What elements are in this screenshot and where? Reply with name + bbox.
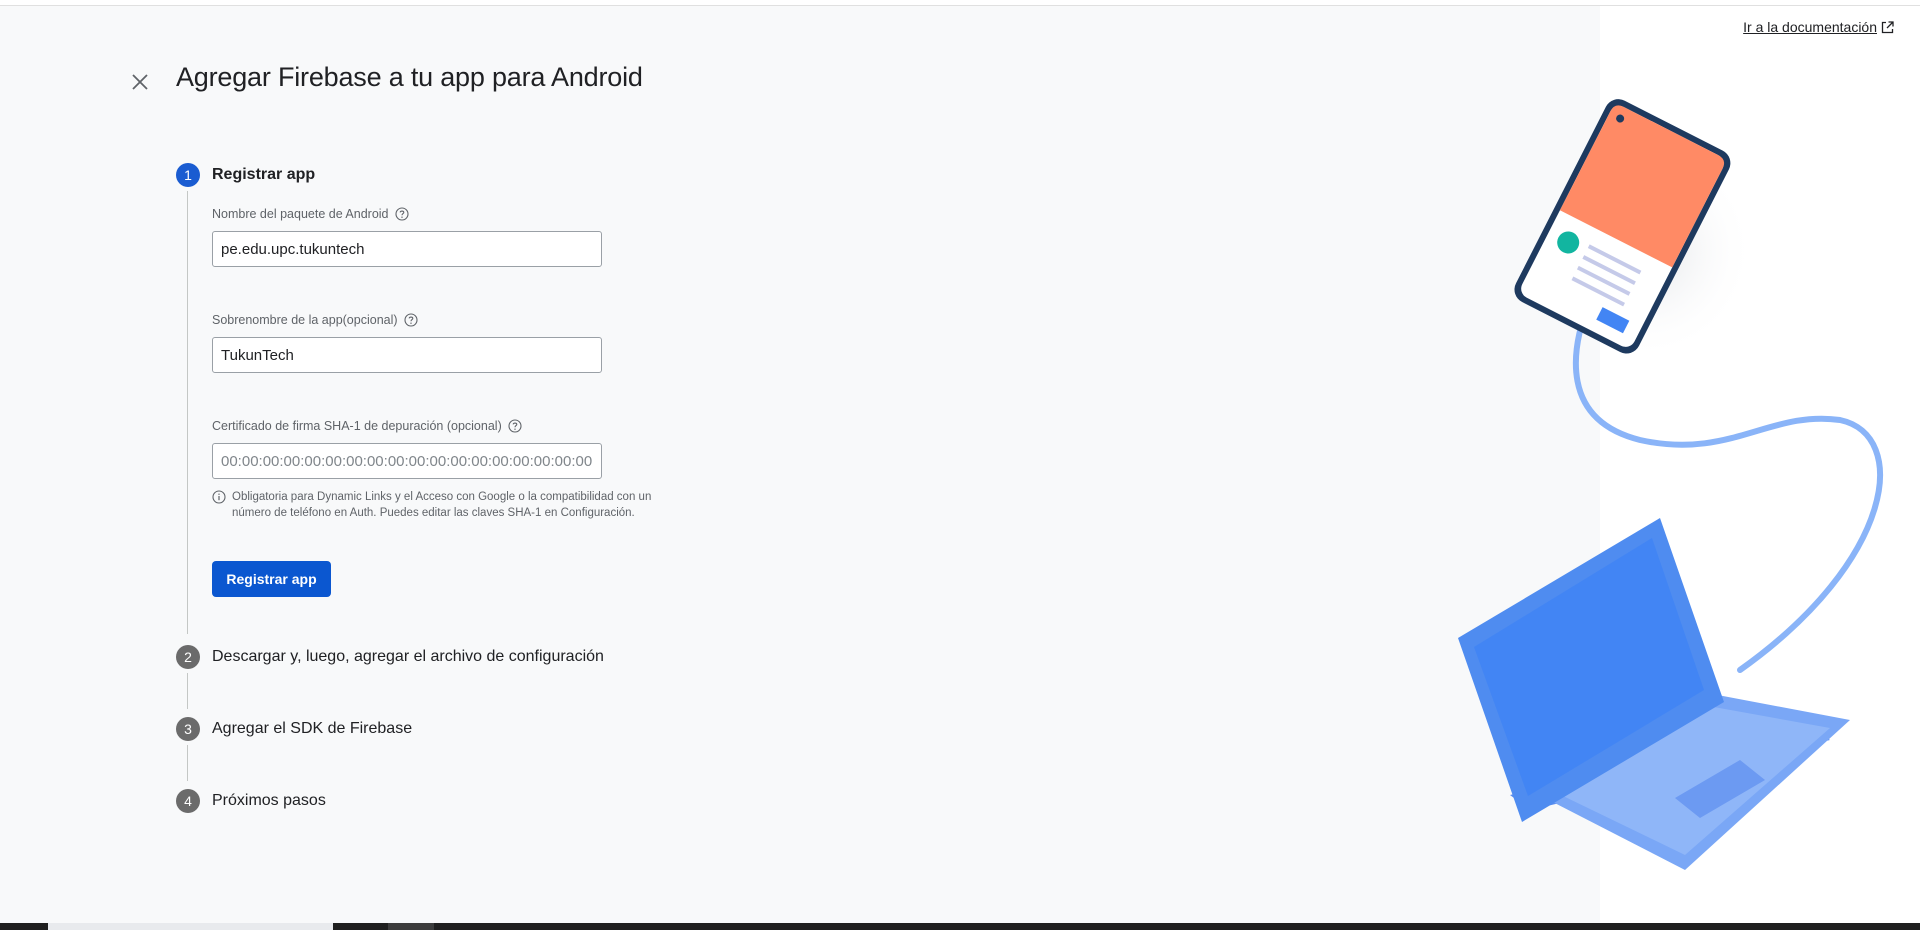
step-1-label: Registrar app (212, 166, 316, 183)
step-3-connector (187, 745, 188, 781)
nickname-input[interactable] (212, 337, 602, 373)
info-icon (212, 490, 226, 504)
page-title: Agregar Firebase a tu app para Android (176, 62, 643, 92)
step-4-number: 4 (176, 789, 200, 813)
step-2-number: 2 (176, 645, 200, 669)
sha1-input[interactable] (212, 443, 602, 479)
main-panel: Agregar Firebase a tu app para Android 1… (0, 6, 1600, 923)
close-icon[interactable] (131, 73, 149, 91)
taskbar-app-icon[interactable] (388, 923, 434, 930)
nickname-label: Sobrenombre de la app(opcional) (212, 313, 418, 327)
step-3-label[interactable]: Agregar el SDK de Firebase (212, 720, 412, 738)
taskbar (0, 923, 1920, 930)
phone-laptop-illustration (1458, 99, 1883, 870)
help-icon[interactable] (403, 313, 418, 327)
step-2-connector (187, 673, 188, 709)
register-app-button[interactable]: Registrar app (212, 561, 331, 597)
step-4-label[interactable]: Próximos pasos (212, 792, 326, 810)
package-name-input[interactable] (212, 231, 602, 267)
step-3-number: 3 (176, 717, 200, 741)
sha1-hint-text: Obligatoria para Dynamic Links y el Acce… (232, 491, 652, 519)
package-name-label: Nombre del paquete de Android (212, 207, 409, 221)
sha1-label: Certificado de firma SHA-1 de depuración… (212, 419, 522, 433)
close-button[interactable] (124, 66, 156, 98)
help-icon[interactable] (508, 419, 522, 433)
open-in-new-icon (1881, 20, 1894, 33)
step-1-connector (187, 191, 188, 634)
taskbar-app-thumbnail[interactable] (48, 923, 333, 930)
step-2-label[interactable]: Descargar y, luego, agregar el archivo d… (212, 648, 604, 666)
documentation-link[interactable]: Ir a la documentación (1743, 19, 1894, 35)
sha1-hint: Obligatoria para Dynamic Links y el Acce… (212, 489, 682, 521)
step-1-number: 1 (176, 163, 200, 187)
help-icon[interactable] (394, 207, 409, 221)
